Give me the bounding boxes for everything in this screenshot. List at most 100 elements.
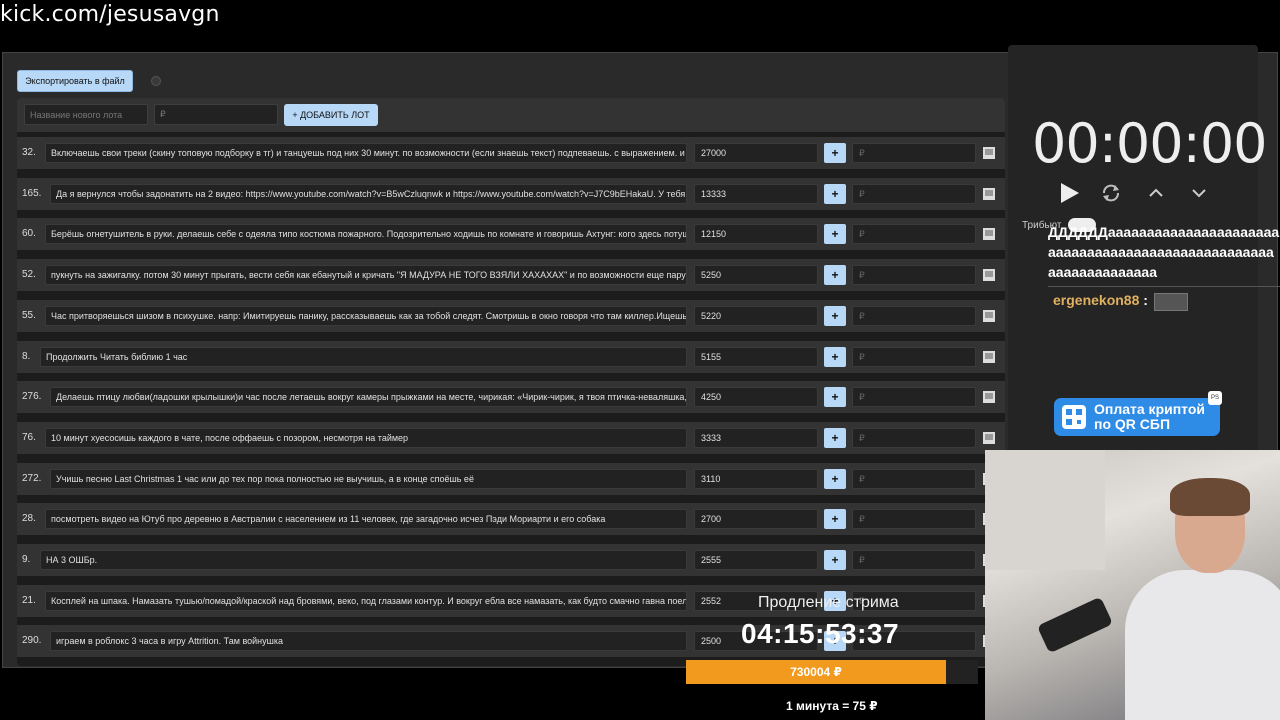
- lot-delete-icon[interactable]: [982, 390, 996, 404]
- lot-donation-input[interactable]: ₽: [852, 427, 976, 448]
- lot-add-button[interactable]: +: [824, 305, 846, 326]
- lot-donation-input[interactable]: ₽: [852, 183, 976, 204]
- chat-username-text: ergenekon88: [1053, 292, 1140, 308]
- lot-amount[interactable]: 4250: [694, 387, 818, 408]
- lot-number: 28.: [22, 513, 36, 525]
- lot-amount[interactable]: 5155: [694, 346, 818, 367]
- lot-description[interactable]: Учишь песню Last Christmas 1 час или до …: [50, 468, 687, 489]
- webcam-microphone: [1036, 596, 1114, 654]
- lot-row: 32. Включаешь свои треки (скину топовую п…: [17, 137, 1005, 169]
- lot-add-button[interactable]: +: [824, 143, 846, 163]
- qr-badge-icon: PS: [1208, 391, 1222, 405]
- lot-row: 28. посмотреть видео на Ютуб про деревню …: [17, 503, 1005, 536]
- add-lot-button[interactable]: + ДОБАВИТЬ ЛОТ: [284, 104, 378, 126]
- chevron-up-icon[interactable]: [1145, 182, 1167, 204]
- lot-description[interactable]: Продолжить Читать библию 1 час: [40, 346, 687, 367]
- lot-delete-icon[interactable]: [982, 350, 996, 364]
- lot-description[interactable]: посмотреть видео на Ютуб про деревню в А…: [45, 509, 687, 530]
- qr-payment-button[interactable]: Оплата криптой по QR СБП: [1054, 398, 1220, 436]
- lot-description[interactable]: пукнуть на зажигалку. потом 30 минут пры…: [45, 265, 687, 286]
- extension-rate: 1 минута = 75 ₽: [786, 699, 878, 713]
- lot-number: 8.: [22, 350, 31, 362]
- new-lot-row: Название нового лота ₽ + ДОБАВИТЬ ЛОТ: [17, 98, 1005, 132]
- lot-amount[interactable]: 5220: [694, 305, 818, 326]
- lot-description[interactable]: Делаешь птицу любви(ладошки крылышки)и ч…: [50, 387, 687, 408]
- lot-number: 272.: [22, 472, 42, 484]
- lot-row: 55. Час притворяешься шизом в психушке. н…: [17, 299, 1005, 332]
- lot-add-button[interactable]: +: [824, 550, 846, 570]
- lot-row: 276. Делаешь птицу любви(ладошки крылышки…: [17, 381, 1005, 414]
- lot-donation-input[interactable]: ₽: [852, 265, 976, 286]
- lot-donation-input[interactable]: ₽: [852, 468, 976, 489]
- lot-donation-input[interactable]: ₽: [852, 143, 976, 163]
- lot-donation-input[interactable]: ₽: [852, 346, 976, 367]
- lot-number: 55.: [22, 309, 36, 321]
- timer-display: 00:00:00: [1032, 112, 1268, 175]
- lot-number: 290.: [22, 635, 42, 647]
- lot-add-button[interactable]: +: [824, 387, 846, 408]
- stream-url: kick.com/jesusavgn: [0, 2, 220, 27]
- webcam-feed: [985, 450, 1280, 720]
- lot-add-button[interactable]: +: [824, 265, 846, 286]
- play-icon[interactable]: [1058, 182, 1080, 204]
- new-lot-name-input[interactable]: Название нового лота: [24, 104, 148, 125]
- lot-amount[interactable]: 2700: [694, 509, 818, 530]
- qr-label-line2: по QR СБП: [1094, 416, 1171, 432]
- status-dot: [151, 76, 161, 86]
- reset-icon[interactable]: [1100, 182, 1122, 204]
- lot-description[interactable]: Косплей на шпака. Намазать тушью/помадой…: [45, 590, 687, 611]
- lot-delete-icon[interactable]: [982, 309, 996, 323]
- lot-description[interactable]: Включаешь свои треки (скину топовую подб…: [45, 143, 687, 163]
- lot-donation-input[interactable]: ₽: [852, 224, 976, 245]
- lot-description[interactable]: Берёшь огнетушитель в руки. делаешь себе…: [45, 224, 687, 245]
- export-button[interactable]: Экспортировать в файл: [17, 70, 133, 92]
- lot-donation-input[interactable]: ₽: [852, 305, 976, 326]
- chat-divider: [1048, 286, 1280, 287]
- lot-amount[interactable]: 13333: [694, 183, 818, 204]
- lot-delete-icon[interactable]: [982, 187, 996, 201]
- lot-donation-input[interactable]: ₽: [852, 509, 976, 530]
- lot-row: 8. Продолжить Читать библию 1 час 5155 + ₽: [17, 340, 1005, 373]
- lot-amount[interactable]: 27000: [694, 143, 818, 163]
- lot-number: 21.: [22, 594, 36, 606]
- lot-add-button[interactable]: +: [824, 183, 846, 204]
- lot-amount[interactable]: 3333: [694, 427, 818, 448]
- lot-add-button[interactable]: +: [824, 346, 846, 367]
- lot-row: 76. 10 минут хуесосишь каждого в чате, по…: [17, 421, 1005, 454]
- lot-donation-input[interactable]: ₽: [852, 550, 976, 570]
- qr-label-line1: Оплата криптой: [1094, 401, 1206, 417]
- lot-delete-icon[interactable]: [982, 227, 996, 241]
- lot-delete-icon[interactable]: [982, 431, 996, 445]
- extension-timer: 04:15:53:37: [741, 618, 900, 649]
- lot-amount[interactable]: 3110: [694, 468, 818, 489]
- lot-delete-icon[interactable]: [982, 146, 996, 160]
- lot-amount[interactable]: 2555: [694, 550, 818, 570]
- lot-donation-input[interactable]: ₽: [852, 387, 976, 408]
- webcam-person-body: [1125, 570, 1280, 720]
- chat-message: ДДДДДДаааааааааааааааааааааааааааааааааа…: [1048, 224, 1280, 280]
- lot-add-button[interactable]: +: [824, 509, 846, 530]
- lot-amount[interactable]: 12150: [694, 224, 818, 245]
- chat-colon: :: [1143, 292, 1148, 308]
- webcam-person-hair: [1170, 478, 1250, 516]
- lot-number: 165.: [22, 187, 42, 199]
- lot-amount[interactable]: 5250: [694, 265, 818, 286]
- lot-number: 9.: [22, 554, 31, 565]
- chat-emote-image: [1154, 293, 1188, 311]
- lot-add-button[interactable]: +: [824, 427, 846, 448]
- qr-label: Оплата криптой по QR СБП: [1094, 402, 1205, 432]
- lot-delete-icon[interactable]: [982, 268, 996, 282]
- lot-add-button[interactable]: +: [824, 468, 846, 489]
- lot-description[interactable]: играем в роблокс 3 часа в игру Attrition…: [50, 631, 687, 652]
- lot-description[interactable]: 10 минут хуесосишь каждого в чате, после…: [45, 427, 687, 448]
- lot-description[interactable]: Час притворяешься шизом в психушке. напр…: [45, 305, 687, 326]
- lot-add-button[interactable]: +: [824, 224, 846, 245]
- extension-label: Продление стрима: [758, 594, 899, 611]
- new-lot-amount-input[interactable]: ₽: [154, 104, 278, 125]
- lot-number: 52.: [22, 269, 36, 281]
- chevron-down-icon[interactable]: [1188, 182, 1210, 204]
- lot-description[interactable]: Да я вернулся чтобы задонатить на 2 виде…: [50, 183, 687, 204]
- lot-description[interactable]: НА 3 ОШБр.: [40, 550, 687, 570]
- lot-number: 276.: [22, 391, 42, 403]
- extension-progress: 730004 ₽: [686, 660, 978, 684]
